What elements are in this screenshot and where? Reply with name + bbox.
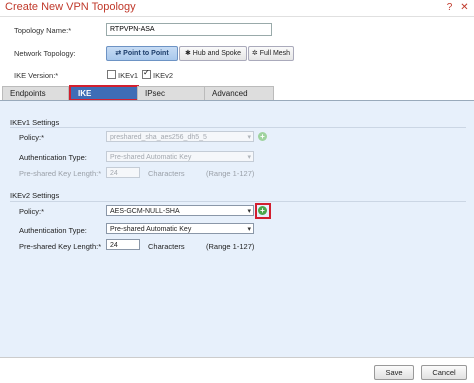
ikev2-range-label: (Range 1-127) <box>206 242 255 251</box>
ikev1-policy-select: preshared_sha_aes256_dh5_5 ▾ <box>106 131 254 142</box>
tab-ike[interactable]: IKE <box>69 85 139 101</box>
dialog-footer: Save Cancel <box>0 357 474 383</box>
chevron-down-icon: ▾ <box>247 154 251 161</box>
ikev2-policy-select[interactable]: AES-GCM-NULL-SHA ▾ <box>106 205 254 216</box>
ikev2-checkbox[interactable] <box>142 68 151 79</box>
topology-name-label: Topology Name:* <box>14 26 72 35</box>
ikev2-settings-heading: IKEv2 Settings <box>10 191 60 200</box>
hub-and-spoke-label: Hub and Spoke <box>192 50 242 57</box>
tab-bar: Endpoints IKE IPsec Advanced <box>0 85 474 101</box>
chevron-down-icon: ▾ <box>247 134 251 141</box>
divider <box>10 201 466 202</box>
full-mesh-label: Full Mesh <box>259 50 291 57</box>
point-to-point-button[interactable]: ⇄ Point to Point <box>106 46 178 61</box>
chevron-down-icon: ▾ <box>247 226 251 233</box>
cancel-button[interactable]: Cancel <box>421 365 467 380</box>
ikev1-policy-label: Policy:* <box>19 133 45 142</box>
hub-and-spoke-icon: ✱ <box>184 50 191 57</box>
ikev1-policy-value: preshared_sha_aes256_dh5_5 <box>110 134 207 141</box>
point-to-point-label: Point to Point <box>123 50 169 57</box>
tab-ipsec[interactable]: IPsec <box>137 86 205 100</box>
ikev1-settings-heading: IKEv1 Settings <box>10 118 60 127</box>
full-mesh-button[interactable]: ✲ Full Mesh <box>248 46 294 61</box>
ikev1-auth-type-label: Authentication Type: <box>19 153 87 162</box>
tab-endpoints[interactable]: Endpoints <box>2 86 69 100</box>
ike-settings-panel: IKEv1 Settings Policy:* preshared_sha_ae… <box>0 100 474 357</box>
ikev2-characters-label: Characters <box>148 242 185 251</box>
network-topology-label: Network Topology: <box>14 49 76 58</box>
ikev2-auth-type-label: Authentication Type: <box>19 226 87 235</box>
close-icon[interactable]: ✕ <box>459 2 470 13</box>
ikev2-policy-label: Policy:* <box>19 207 45 216</box>
chevron-down-icon: ▾ <box>247 208 251 215</box>
ikev2-key-length-label: Pre-shared Key Length:* <box>19 242 102 251</box>
help-icon[interactable]: ? <box>444 2 455 13</box>
dialog-title: Create New VPN Topology <box>5 1 136 13</box>
ikev2-auth-type-select[interactable]: Pre-shared Automatic Key ▾ <box>106 223 254 234</box>
ikev1-auth-type-value: Pre-shared Automatic Key <box>110 154 192 161</box>
full-mesh-icon: ✲ <box>251 50 258 57</box>
ike-version-label: IKE Version:* <box>14 71 59 80</box>
ikev2-auth-type-value: Pre-shared Automatic Key <box>110 226 192 233</box>
dialog-titlebar: Create New VPN Topology ? ✕ <box>0 0 474 17</box>
tab-advanced[interactable]: Advanced <box>204 86 274 100</box>
ikev1-key-length-input: 24 <box>106 167 140 178</box>
ikev1-range-label: (Range 1-127) <box>206 169 255 178</box>
ikev2-add-policy-icon[interactable]: + <box>258 206 267 215</box>
topology-name-input[interactable] <box>106 23 272 36</box>
divider <box>10 127 466 128</box>
ikev1-label: IKEv1 <box>118 71 139 80</box>
hub-and-spoke-button[interactable]: ✱ Hub and Spoke <box>179 46 247 61</box>
ikev1-characters-label: Characters <box>148 169 185 178</box>
ikev1-checkbox[interactable] <box>107 70 116 79</box>
save-button[interactable]: Save <box>374 365 414 380</box>
point-to-point-icon: ⇄ <box>115 50 122 57</box>
ikev2-label: IKEv2 <box>153 71 174 80</box>
ikev2-policy-value: AES-GCM-NULL-SHA <box>110 208 180 215</box>
ikev1-auth-type-select: Pre-shared Automatic Key ▾ <box>106 151 254 162</box>
ikev1-add-policy-icon: + <box>258 132 267 141</box>
ikev1-key-length-label: Pre-shared Key Length:* <box>19 169 102 178</box>
ikev2-key-length-input[interactable]: 24 <box>106 239 140 250</box>
